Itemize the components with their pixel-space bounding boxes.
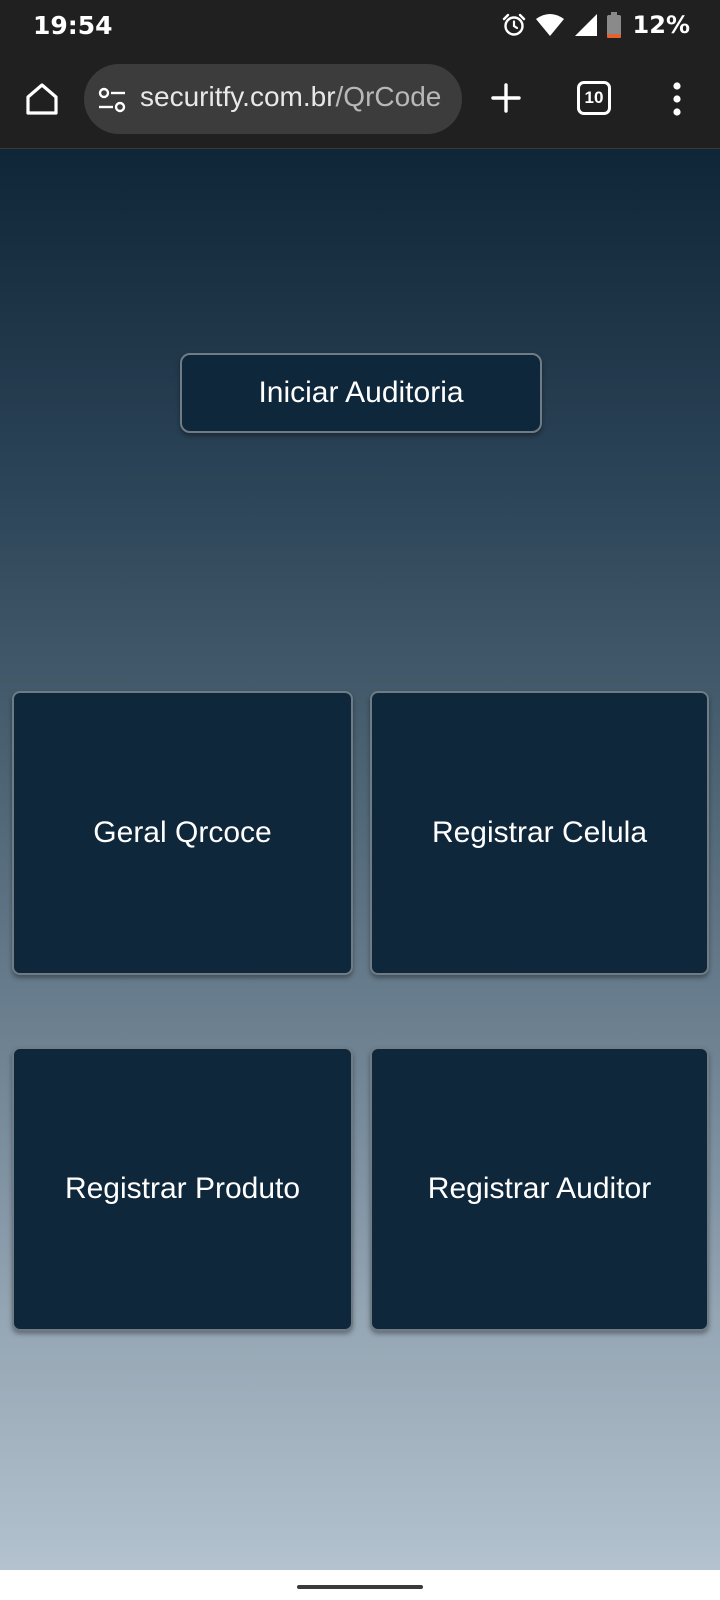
browser-toolbar: securitfy.com.br/QrCode 10: [0, 50, 720, 149]
navigation-bar: [0, 1570, 720, 1600]
status-bar: 19:54 12%: [0, 0, 720, 50]
url-host: securitfy.com.br: [140, 81, 336, 112]
url-path: /QrCode: [335, 81, 442, 112]
battery-percent: 12%: [632, 11, 690, 39]
tabs-icon[interactable]: 10: [577, 81, 611, 115]
alarm-icon: [502, 13, 525, 36]
site-settings-icon[interactable]: [98, 87, 126, 113]
register-product-button[interactable]: Registrar Produto: [12, 1047, 353, 1331]
battery-icon: [606, 12, 621, 38]
status-time: 19:54: [33, 11, 113, 40]
status-icons: 12%: [501, 10, 690, 40]
register-auditor-button[interactable]: Registrar Auditor: [370, 1047, 709, 1331]
general-qrcode-button[interactable]: Geral Qrcoce: [12, 691, 353, 975]
more-vert-icon[interactable]: [665, 80, 689, 118]
tab-count: 10: [577, 81, 611, 115]
plus-icon[interactable]: [490, 82, 522, 114]
home-icon[interactable]: [24, 81, 60, 117]
start-audit-button[interactable]: Iniciar Auditoria: [180, 353, 542, 433]
address-bar[interactable]: securitfy.com.br/QrCode: [84, 64, 462, 134]
wifi-icon: [535, 14, 564, 36]
gesture-handle[interactable]: [297, 1585, 423, 1589]
register-cell-button[interactable]: Registrar Celula: [370, 691, 709, 975]
signal-icon: [574, 14, 597, 36]
page-content: Iniciar Auditoria Geral Qrcoce Registrar…: [0, 149, 720, 1570]
url-text[interactable]: securitfy.com.br/QrCode: [140, 81, 452, 113]
